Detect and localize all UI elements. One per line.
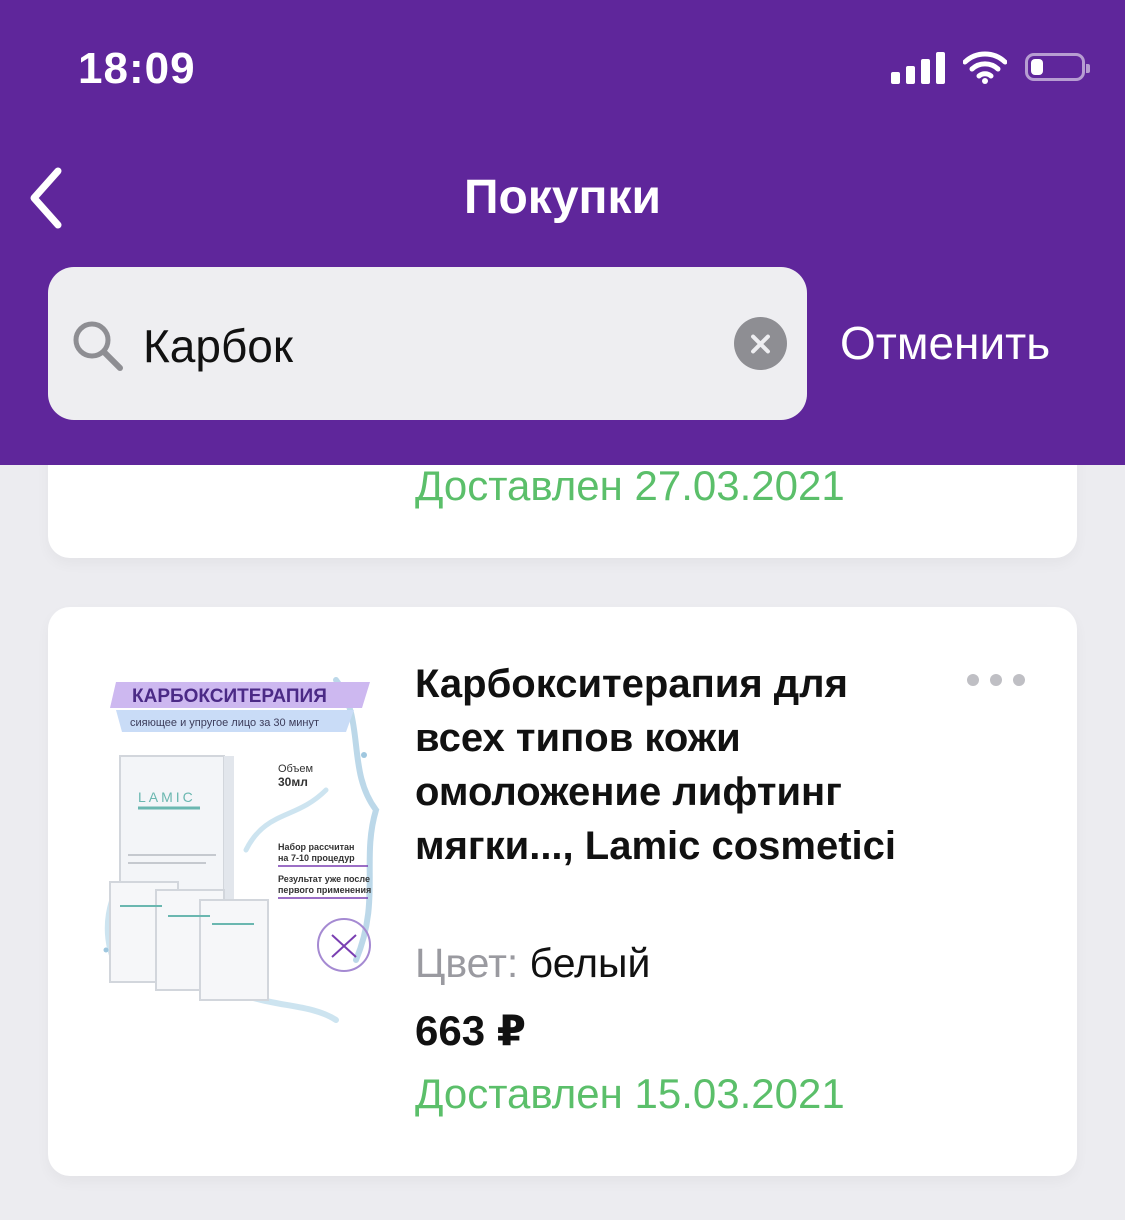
status-time: 18:09: [78, 44, 196, 93]
image-note2-line1: Результат уже после: [278, 874, 370, 884]
wifi-icon: [963, 51, 1007, 84]
delivery-status: Доставлен 15.03.2021: [415, 1070, 845, 1117]
image-banner-text: КАРБОКСИТЕРАПИЯ: [132, 686, 327, 707]
more-options-button[interactable]: [963, 670, 1029, 690]
product-price: 663 ₽: [415, 1007, 526, 1054]
delivery-status: Доставлен 27.03.2021: [415, 462, 845, 509]
dot-icon: [967, 674, 979, 686]
image-subtitle-text: сияющее и упругое лицо за 30 минут: [130, 717, 319, 729]
app-header: 18:09 Покупки Отменить: [0, 0, 1125, 465]
page-title: Покупки: [463, 171, 662, 224]
cellular-signal-icon: [891, 50, 945, 84]
image-volume-label: Объем: [278, 763, 313, 775]
product-color: Цвет: белый: [415, 940, 650, 987]
image-volume-value: 30мл: [278, 775, 308, 789]
battery-icon: [1025, 53, 1090, 81]
color-value: белый: [529, 940, 651, 986]
status-icons: [891, 50, 1090, 84]
image-note2-line2: первого применения: [278, 885, 371, 895]
dot-icon: [990, 674, 1002, 686]
dot-icon: [1013, 674, 1025, 686]
search-input[interactable]: [143, 316, 703, 376]
battery-level: [1031, 59, 1043, 75]
color-label: Цвет:: [415, 940, 519, 986]
cancel-button[interactable]: Отменить: [840, 316, 1050, 370]
product-image[interactable]: КАРБОКСИТЕРАПИЯ сияющее и упругое лицо з…: [96, 660, 382, 1032]
clear-search-button[interactable]: [734, 317, 787, 370]
image-brand-text: LAMIC: [138, 789, 196, 805]
image-note1-line2: на 7-10 процедур: [278, 853, 355, 863]
product-title[interactable]: Карбокситерапия для всех типов кожи омол…: [415, 657, 935, 873]
image-note1-line1: Набор рассчитан: [278, 842, 354, 852]
search-icon: [73, 321, 123, 371]
